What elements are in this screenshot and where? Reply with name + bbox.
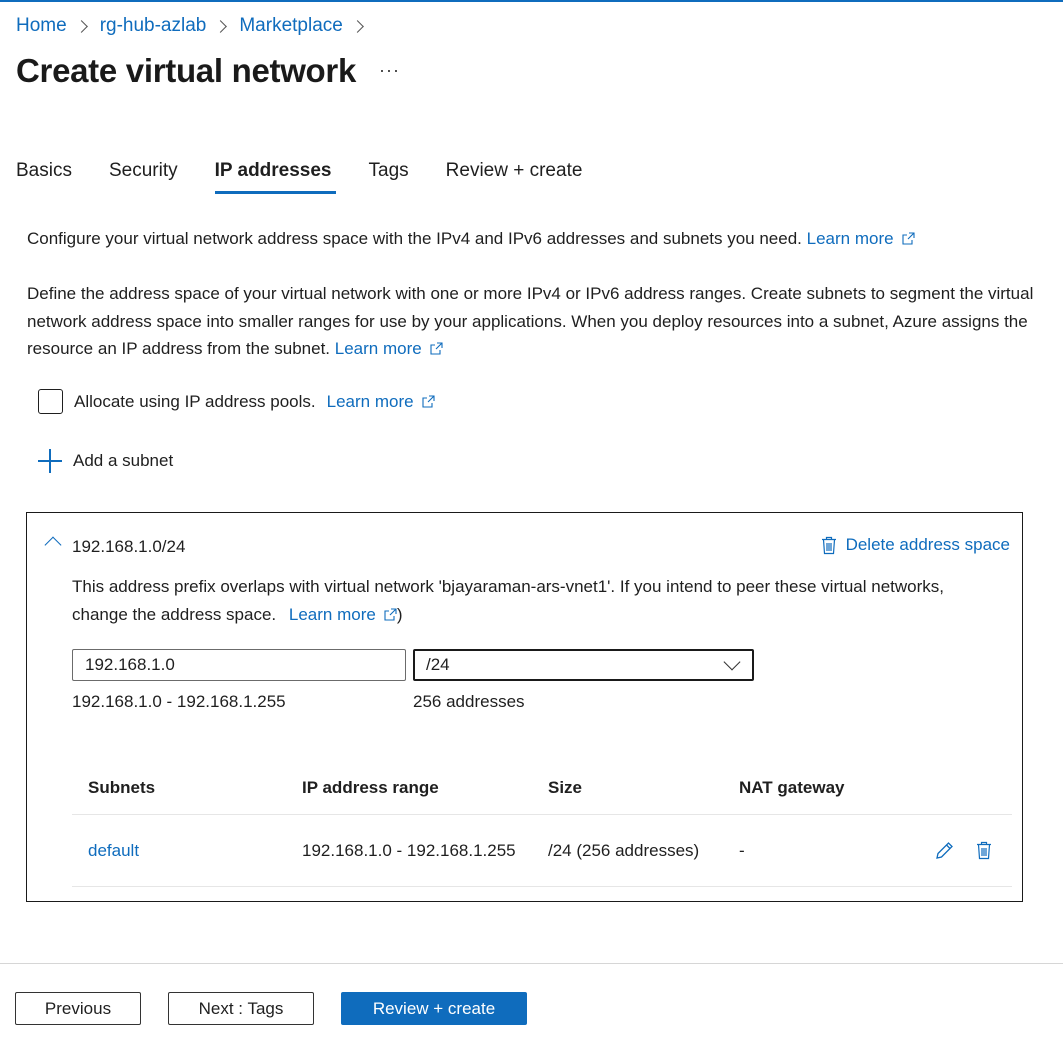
address-space-text: Define the address space of your virtual…: [27, 284, 1034, 358]
external-link-icon: [902, 232, 915, 245]
chevron-right-icon: [214, 19, 228, 33]
external-link-icon: [430, 342, 443, 355]
subnet-range: 192.168.1.0 - 192.168.1.255: [302, 840, 516, 860]
learn-more-link[interactable]: Learn more: [807, 229, 915, 248]
review-create-button[interactable]: Review + create: [341, 992, 527, 1025]
plus-icon: [38, 449, 62, 473]
header-subnets: Subnets: [88, 777, 156, 797]
tab-security[interactable]: Security: [109, 160, 178, 194]
breadcrumb-marketplace[interactable]: Marketplace: [239, 15, 343, 37]
prefix-length-select[interactable]: /24: [413, 649, 754, 681]
subnet-size: /24 (256 addresses): [548, 840, 700, 860]
breadcrumb-resource-group[interactable]: rg-hub-azlab: [100, 15, 207, 37]
overlap-warning-text: This address prefix overlaps with virtua…: [72, 577, 944, 624]
subnet-nat-gateway: -: [739, 840, 745, 860]
top-accent-line: [0, 0, 1063, 2]
tab-bar: Basics Security IP addresses Tags Review…: [16, 160, 619, 194]
breadcrumb: Home rg-hub-azlab Marketplace: [16, 15, 376, 37]
table-header: Subnets IP address range Size NAT gatewa…: [72, 761, 1012, 815]
learn-more-link[interactable]: Learn more: [335, 339, 443, 358]
delete-address-space-button[interactable]: Delete address space: [821, 535, 1010, 555]
learn-more-link[interactable]: Learn more: [289, 605, 397, 624]
learn-more-link[interactable]: Learn more: [327, 392, 435, 412]
tab-basics[interactable]: Basics: [16, 160, 72, 194]
ip-address-input[interactable]: [72, 649, 406, 681]
chevron-right-icon: [74, 19, 88, 33]
edit-subnet-button[interactable]: [935, 841, 954, 860]
delete-subnet-button[interactable]: [976, 841, 992, 860]
external-link-icon: [422, 394, 435, 408]
header-nat-gateway: NAT gateway: [739, 777, 845, 797]
external-link-icon: [384, 607, 397, 621]
more-options-icon[interactable]: ···: [379, 60, 400, 81]
subnets-table: Subnets IP address range Size NAT gatewa…: [72, 761, 1012, 887]
next-tags-button[interactable]: Next : Tags: [168, 992, 314, 1025]
previous-button[interactable]: Previous: [15, 992, 141, 1025]
address-space-description: Define the address space of your virtual…: [27, 280, 1037, 363]
address-space-panel: 192.168.1.0/24 Delete address space This…: [26, 512, 1023, 902]
page-title: Create virtual network: [16, 52, 357, 89]
chevron-down-icon: [723, 653, 741, 671]
header-ip-range: IP address range: [302, 777, 439, 797]
header-size: Size: [548, 777, 583, 797]
tab-tags[interactable]: Tags: [369, 160, 409, 194]
chevron-right-icon: [350, 19, 364, 33]
warning-close-paren: ): [396, 604, 403, 624]
table-row: default 192.168.1.0 - 192.168.1.255 /24 …: [72, 815, 1012, 887]
pencil-icon: [936, 842, 953, 859]
tab-ip-addresses[interactable]: IP addresses: [214, 160, 336, 194]
trash-icon: [977, 841, 991, 860]
tab-review-create[interactable]: Review + create: [446, 160, 583, 194]
intro-description: Configure your virtual network address s…: [27, 229, 802, 248]
chevron-up-icon[interactable]: [44, 536, 62, 554]
add-subnet-label: Add a subnet: [73, 451, 174, 470]
footer-divider: [0, 963, 1063, 964]
address-space-title: 192.168.1.0/24: [72, 537, 186, 556]
allocate-pools-checkbox[interactable]: [38, 389, 63, 414]
breadcrumb-home[interactable]: Home: [16, 15, 67, 37]
overlap-warning: This address prefix overlaps with virtua…: [72, 573, 1002, 628]
address-count-text: 256 addresses: [413, 692, 525, 711]
trash-icon: [821, 536, 836, 554]
add-subnet-button[interactable]: Add a subnet: [38, 449, 173, 473]
allocate-pools-row: Allocate using IP address pools. Learn m…: [38, 389, 435, 414]
subnet-name-link[interactable]: default: [72, 841, 302, 861]
intro-text: Configure your virtual network address s…: [27, 225, 1037, 253]
allocate-pools-label: Allocate using IP address pools.: [74, 391, 316, 411]
prefix-length-value: /24: [426, 655, 450, 674]
delete-address-space-label: Delete address space: [845, 535, 1010, 554]
address-range-text: 192.168.1.0 - 192.168.1.255: [72, 692, 286, 711]
